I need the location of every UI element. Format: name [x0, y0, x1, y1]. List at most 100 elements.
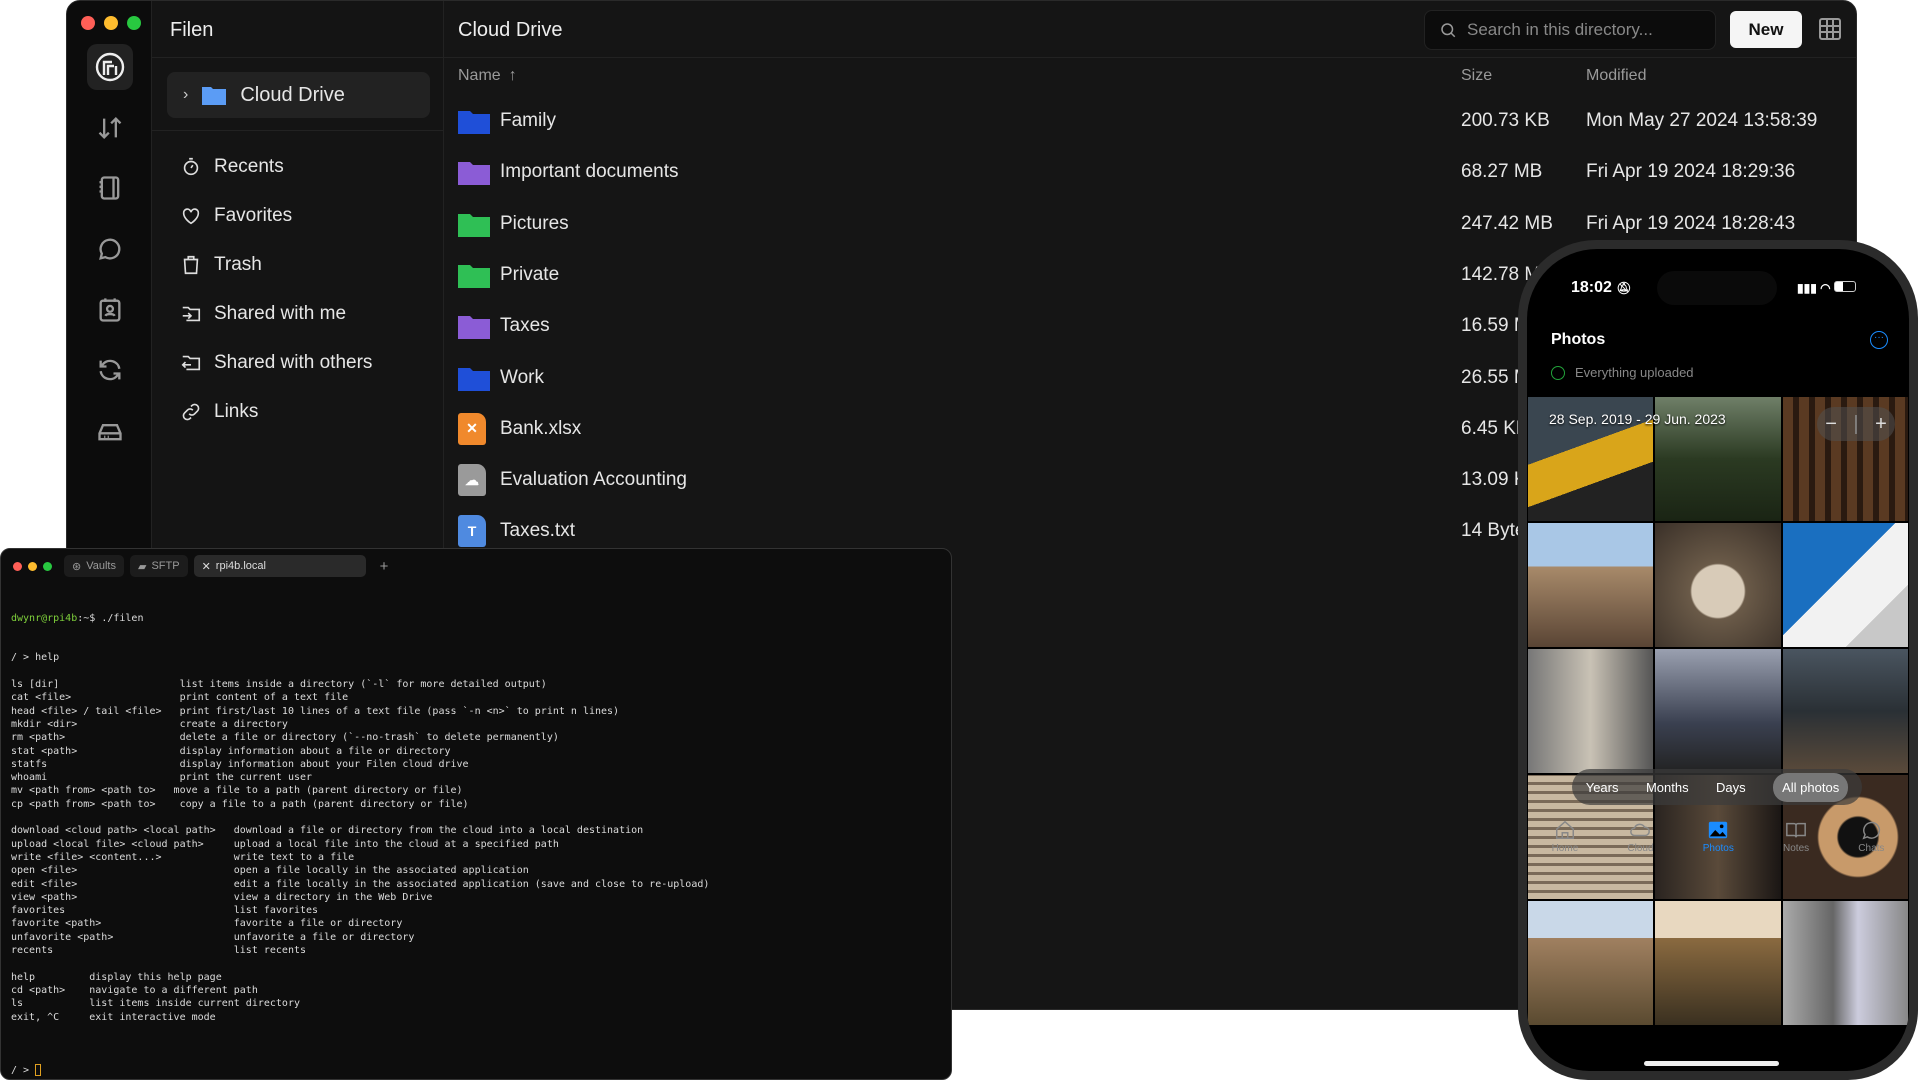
close-button[interactable] — [13, 561, 22, 571]
tab-sftp[interactable]: ▰ SFTP — [129, 555, 188, 577]
more-options-icon[interactable]: ··· — [1870, 331, 1888, 349]
silent-bell-icon: 🔕︎ — [1616, 281, 1632, 295]
folder-icon — [458, 162, 490, 186]
folder-icon — [458, 316, 490, 340]
sidebar-item-shared-with-others[interactable]: Shared with others — [180, 352, 372, 374]
file-name: Evaluation Accounting — [500, 469, 687, 491]
search-input[interactable]: Search in this directory... — [1424, 10, 1716, 50]
photo-thumbnail[interactable] — [1655, 901, 1781, 1025]
file-name: Important documents — [500, 161, 679, 183]
sort-ascending-icon: ↑ — [508, 67, 517, 84]
dynamic-island — [1657, 271, 1777, 305]
photo-thumbnail[interactable] — [1782, 523, 1908, 647]
terminal-line: stat <path> display information about a … — [11, 745, 451, 757]
chat-icon[interactable] — [87, 226, 133, 272]
tab-cloud[interactable]: Cloud — [1627, 819, 1654, 854]
terminal-line: favorites list favorites — [11, 905, 319, 917]
file-name: Taxes — [500, 315, 550, 337]
notes-icon[interactable] — [87, 165, 133, 211]
grid-view-icon[interactable] — [1818, 17, 1842, 46]
drive-icon[interactable] — [87, 408, 133, 454]
terminal-line: ls [dir] list items inside a directory (… — [11, 679, 547, 691]
tab-notes[interactable]: Notes — [1783, 819, 1809, 854]
photos-title: Photos — [1551, 331, 1606, 348]
tab-home[interactable]: Home — [1552, 819, 1578, 854]
sidebar-item-shared-with-me[interactable]: Shared with me — [180, 303, 346, 325]
photo-thumbnail[interactable] — [1655, 649, 1781, 773]
phone-screen: 18:02 🔕︎ ▮▮▮ ◠ Photos ··· Everything upl… — [1527, 249, 1909, 1071]
tab-chats[interactable]: Chats — [1858, 819, 1884, 854]
folder-icon — [458, 264, 490, 288]
contacts-icon[interactable] — [87, 287, 133, 333]
status-icons: ▮▮▮ ◠ — [1797, 281, 1856, 295]
segment-days[interactable]: Days — [1716, 780, 1746, 795]
terminal-line: exit, ^C exit interactive mode — [11, 1011, 216, 1023]
maximize-button[interactable] — [127, 16, 141, 30]
divider — [152, 130, 443, 131]
photo-thumbnail[interactable] — [1782, 649, 1908, 773]
sync-icon[interactable] — [87, 347, 133, 393]
signal-icon: ▮▮▮ — [1797, 281, 1817, 295]
tab-photos[interactable]: Photos — [1703, 819, 1734, 854]
photo-thumbnail[interactable] — [1528, 523, 1654, 647]
tab-label: Vaults — [86, 560, 116, 572]
minimize-button[interactable] — [28, 561, 37, 571]
close-tab-icon[interactable]: ✕ — [202, 560, 211, 573]
photo-thumbnail[interactable] — [1655, 523, 1781, 647]
terminal-line: unfavorite <path> unfavorite a file or d… — [11, 931, 415, 943]
photo-thumbnail[interactable] — [1528, 649, 1654, 773]
tab-vaults[interactable]: ⊛ Vaults — [64, 555, 124, 577]
filen-logo-icon[interactable] — [87, 44, 133, 90]
sidebar-item-cloud-drive[interactable]: › Cloud Drive — [167, 72, 430, 118]
zoom-out-button[interactable]: − — [1825, 413, 1837, 436]
sidebar-item-trash[interactable]: Trash — [180, 254, 262, 276]
view-segmented-control: Years Months Days All photos — [1572, 769, 1862, 805]
sidebar-item-label: Favorites — [214, 205, 293, 226]
new-tab-button[interactable]: + — [380, 558, 389, 575]
tab-label: rpi4b.local — [215, 560, 266, 572]
new-button[interactable]: New — [1730, 11, 1802, 48]
terminal-line: / > help — [11, 652, 60, 664]
home-indicator[interactable] — [1644, 1061, 1779, 1066]
upload-status: Everything uploaded — [1551, 365, 1694, 380]
segment-months[interactable]: Months — [1646, 780, 1689, 795]
photo-thumbnail[interactable] — [1782, 901, 1908, 1025]
sidebar-item-recents[interactable]: Recents — [180, 156, 284, 178]
column-header-modified[interactable]: Modified — [1586, 67, 1646, 85]
file-row[interactable]: Important documents 68.27 MB Fri Apr 19 20… — [444, 147, 1856, 198]
minimize-button[interactable] — [104, 16, 118, 30]
sidebar-item-label: Shared with me — [214, 303, 347, 324]
zoom-control[interactable]: − | + — [1817, 407, 1895, 441]
terminal-line: statfs display information about your Fi… — [11, 758, 469, 770]
divider — [152, 57, 443, 58]
terminal-line: download <cloud path> <local path> downl… — [11, 825, 644, 837]
terminal-line: recents list recents — [11, 945, 307, 957]
file-row[interactable]: Family 200.73 KB Mon May 27 2024 13:58:39 — [444, 96, 1856, 147]
sidebar-item-links[interactable]: Links — [180, 401, 258, 423]
sidebar-item-label: Shared with others — [214, 352, 373, 373]
close-button[interactable] — [81, 16, 95, 30]
photo-thumbnail[interactable] — [1528, 901, 1654, 1025]
segment-all-photos[interactable]: All photos — [1773, 772, 1849, 802]
terminal-line: head <file> / tail <file> print first/la… — [11, 705, 620, 717]
terminal-output[interactable]: dwynr@rpi4b:~$ ./filen / > help ls [dir] … — [11, 585, 709, 1079]
folder-icon — [202, 87, 227, 105]
wifi-icon: ◠ — [1820, 281, 1831, 295]
tab-rpi4b[interactable]: ✕ rpi4b.local — [193, 555, 366, 577]
date-range: 28 Sep. 2019 - 29 Jun. 2023 — [1549, 411, 1726, 427]
chevron-right-icon[interactable]: › — [183, 86, 188, 104]
sidebar-item-favorites[interactable]: Favorites — [180, 205, 292, 227]
column-header-name[interactable]: Name ↑ — [458, 67, 517, 85]
zoom-in-button[interactable]: + — [1875, 413, 1887, 436]
terminal-line: write <file> <content...> write text to … — [11, 851, 355, 863]
trash-icon — [183, 255, 199, 275]
segment-years[interactable]: Years — [1586, 780, 1619, 795]
maximize-button[interactable] — [43, 561, 52, 571]
column-header-size[interactable]: Size — [1461, 67, 1492, 85]
window-controls — [81, 16, 141, 30]
terminal-line: ls list items inside current directory — [11, 998, 300, 1010]
book-icon — [1786, 822, 1806, 838]
transfers-icon[interactable] — [87, 105, 133, 151]
